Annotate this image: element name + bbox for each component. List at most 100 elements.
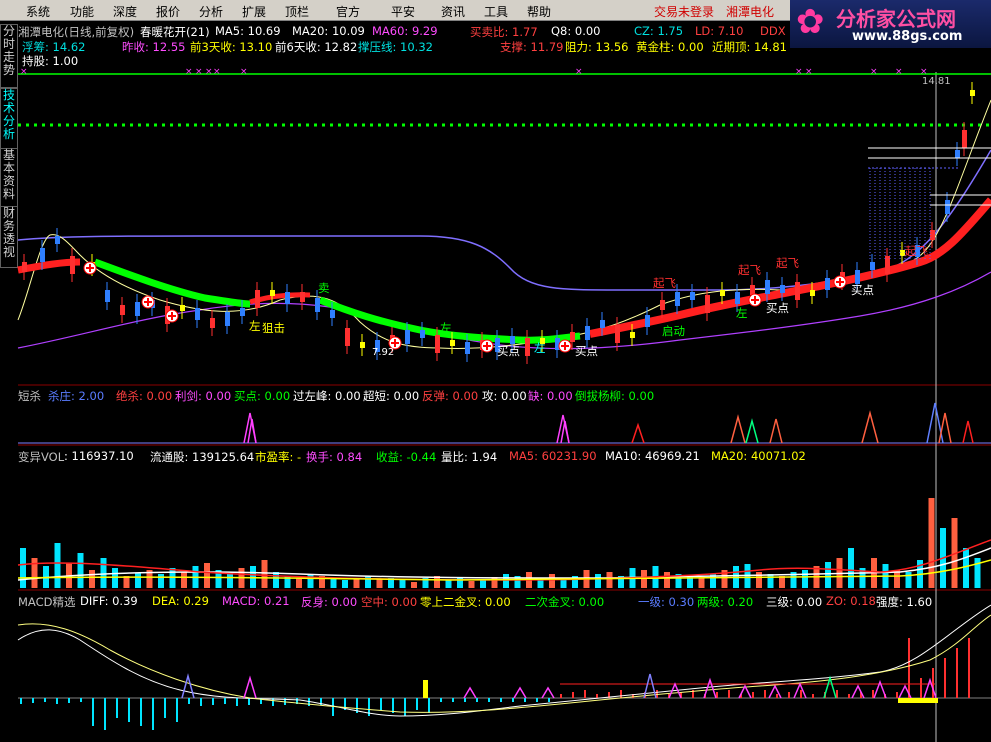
candle-body [885, 256, 890, 274]
macd-bar [20, 698, 22, 704]
volume-bar [250, 566, 256, 588]
candle-body [585, 326, 590, 340]
turnover: 换手: 0.84 [306, 450, 363, 464]
candle-body [570, 332, 575, 342]
volume-bar [445, 580, 452, 588]
macd-bar [380, 698, 382, 710]
candle-body [180, 305, 185, 311]
volume-bar [77, 553, 84, 588]
macd-bar [896, 692, 898, 698]
strength-bar [898, 698, 938, 703]
volume-bar [756, 572, 762, 588]
candle-body [270, 290, 275, 296]
golden-cross-above-zero: 零上二金叉: 0.00 [420, 595, 511, 609]
candle-body [750, 285, 755, 295]
x-mark: × [805, 67, 813, 77]
annotation: 左 [736, 306, 748, 320]
macd-bar [416, 698, 418, 710]
candle-body [525, 338, 530, 356]
x-mark: × [205, 67, 213, 77]
volume-bar [963, 548, 969, 588]
volume-bar [54, 543, 61, 588]
rebound: 反弹: 0.00 [422, 389, 479, 403]
candle-body [135, 302, 140, 316]
close-3days: 前3天收: 13.10 [190, 40, 273, 54]
candle-body [945, 200, 950, 214]
buy-point: 买点: 0.00 [234, 389, 291, 403]
ddx-label: DDX [760, 24, 786, 38]
x-mark: × [240, 67, 248, 77]
candle-body [210, 318, 215, 328]
chart-canvas[interactable]: × × × × × × × × × × × × [0, 0, 991, 742]
kill-dealer: 杀庄: 2.00 [48, 389, 105, 403]
annotation: 起飞 [905, 244, 928, 258]
macd-bar [728, 690, 730, 698]
macd-bar [200, 698, 202, 706]
x-mark: × [795, 67, 803, 77]
macd-bar [584, 690, 586, 698]
annotation: 左 [249, 319, 261, 333]
vol-value: : 116937.10 [64, 449, 134, 463]
volume-bar [100, 558, 107, 588]
candle-body [360, 342, 365, 348]
gap: 缺: 0.00 [528, 389, 573, 403]
candle-body [870, 262, 875, 270]
candle-body [120, 305, 125, 315]
resistance-value: 阻力: 13.56 [565, 40, 629, 54]
annotation: 起飞 [738, 263, 761, 277]
earnings: 收益: -0.44 [376, 450, 437, 464]
macd-bar [176, 698, 178, 722]
willow: 倒拔杨柳: 0.00 [575, 389, 655, 403]
candle-body [300, 292, 305, 302]
annotation: 起飞 [653, 276, 676, 290]
macd-bar [944, 658, 946, 698]
candle-body [435, 335, 440, 353]
macd-bar [524, 698, 526, 702]
macd-bar [572, 692, 574, 698]
annotation: 启动 [662, 324, 685, 338]
macd-peak [513, 686, 527, 699]
macd-bar [80, 698, 82, 702]
macd-peak [851, 684, 865, 699]
formula-name[interactable]: 春暖花开(21) [140, 24, 210, 40]
volume-bar [89, 570, 95, 588]
candle-body [645, 315, 650, 327]
candle-body [705, 295, 710, 313]
macd-bar [104, 698, 106, 730]
macd-bar [236, 698, 238, 706]
macd-bar [908, 638, 910, 698]
sharp-sword: 利剑: 0.00 [175, 389, 232, 403]
diff-value: DIFF: 0.39 [80, 594, 138, 608]
macd-bar [32, 698, 34, 703]
macd-peak [923, 677, 937, 699]
volume-bar [503, 574, 509, 588]
volume-bar [376, 579, 383, 588]
macd-bar [476, 698, 478, 702]
annotation: 卖 [318, 281, 330, 295]
high-price-label: 14.81 [922, 76, 951, 87]
float-shares: 流通股: 139125.64 [150, 450, 255, 464]
volume-bar [307, 574, 314, 588]
macd-bar [560, 694, 562, 698]
absolute-kill: 绝杀: 0.00 [116, 389, 173, 403]
maimai-ratio: 买卖比: 1.77 [470, 25, 538, 39]
candle-body [970, 90, 975, 96]
macd-peak [463, 686, 477, 699]
volume-bar [273, 572, 279, 588]
x-mark: × [575, 67, 583, 77]
volume-bar [20, 548, 26, 588]
volume-bar [491, 577, 498, 588]
annotation: 买点 [766, 301, 789, 315]
candle-body [765, 280, 770, 294]
signal-peak [247, 418, 257, 444]
recent-top: 近期顶: 14.81 [712, 40, 787, 54]
macd-bar [500, 698, 502, 702]
candle-body [795, 282, 800, 300]
macd-bar [812, 694, 814, 698]
support-pressure-line: 撑压线: 10.32 [358, 40, 433, 54]
macd-bar [488, 698, 490, 702]
dea-value: DEA: 0.29 [152, 594, 209, 608]
stock-title: 湘潭电化(日线,前复权) [18, 25, 135, 39]
macd-bar [404, 698, 406, 716]
prev-close: 昨收: 12.55 [122, 40, 186, 54]
